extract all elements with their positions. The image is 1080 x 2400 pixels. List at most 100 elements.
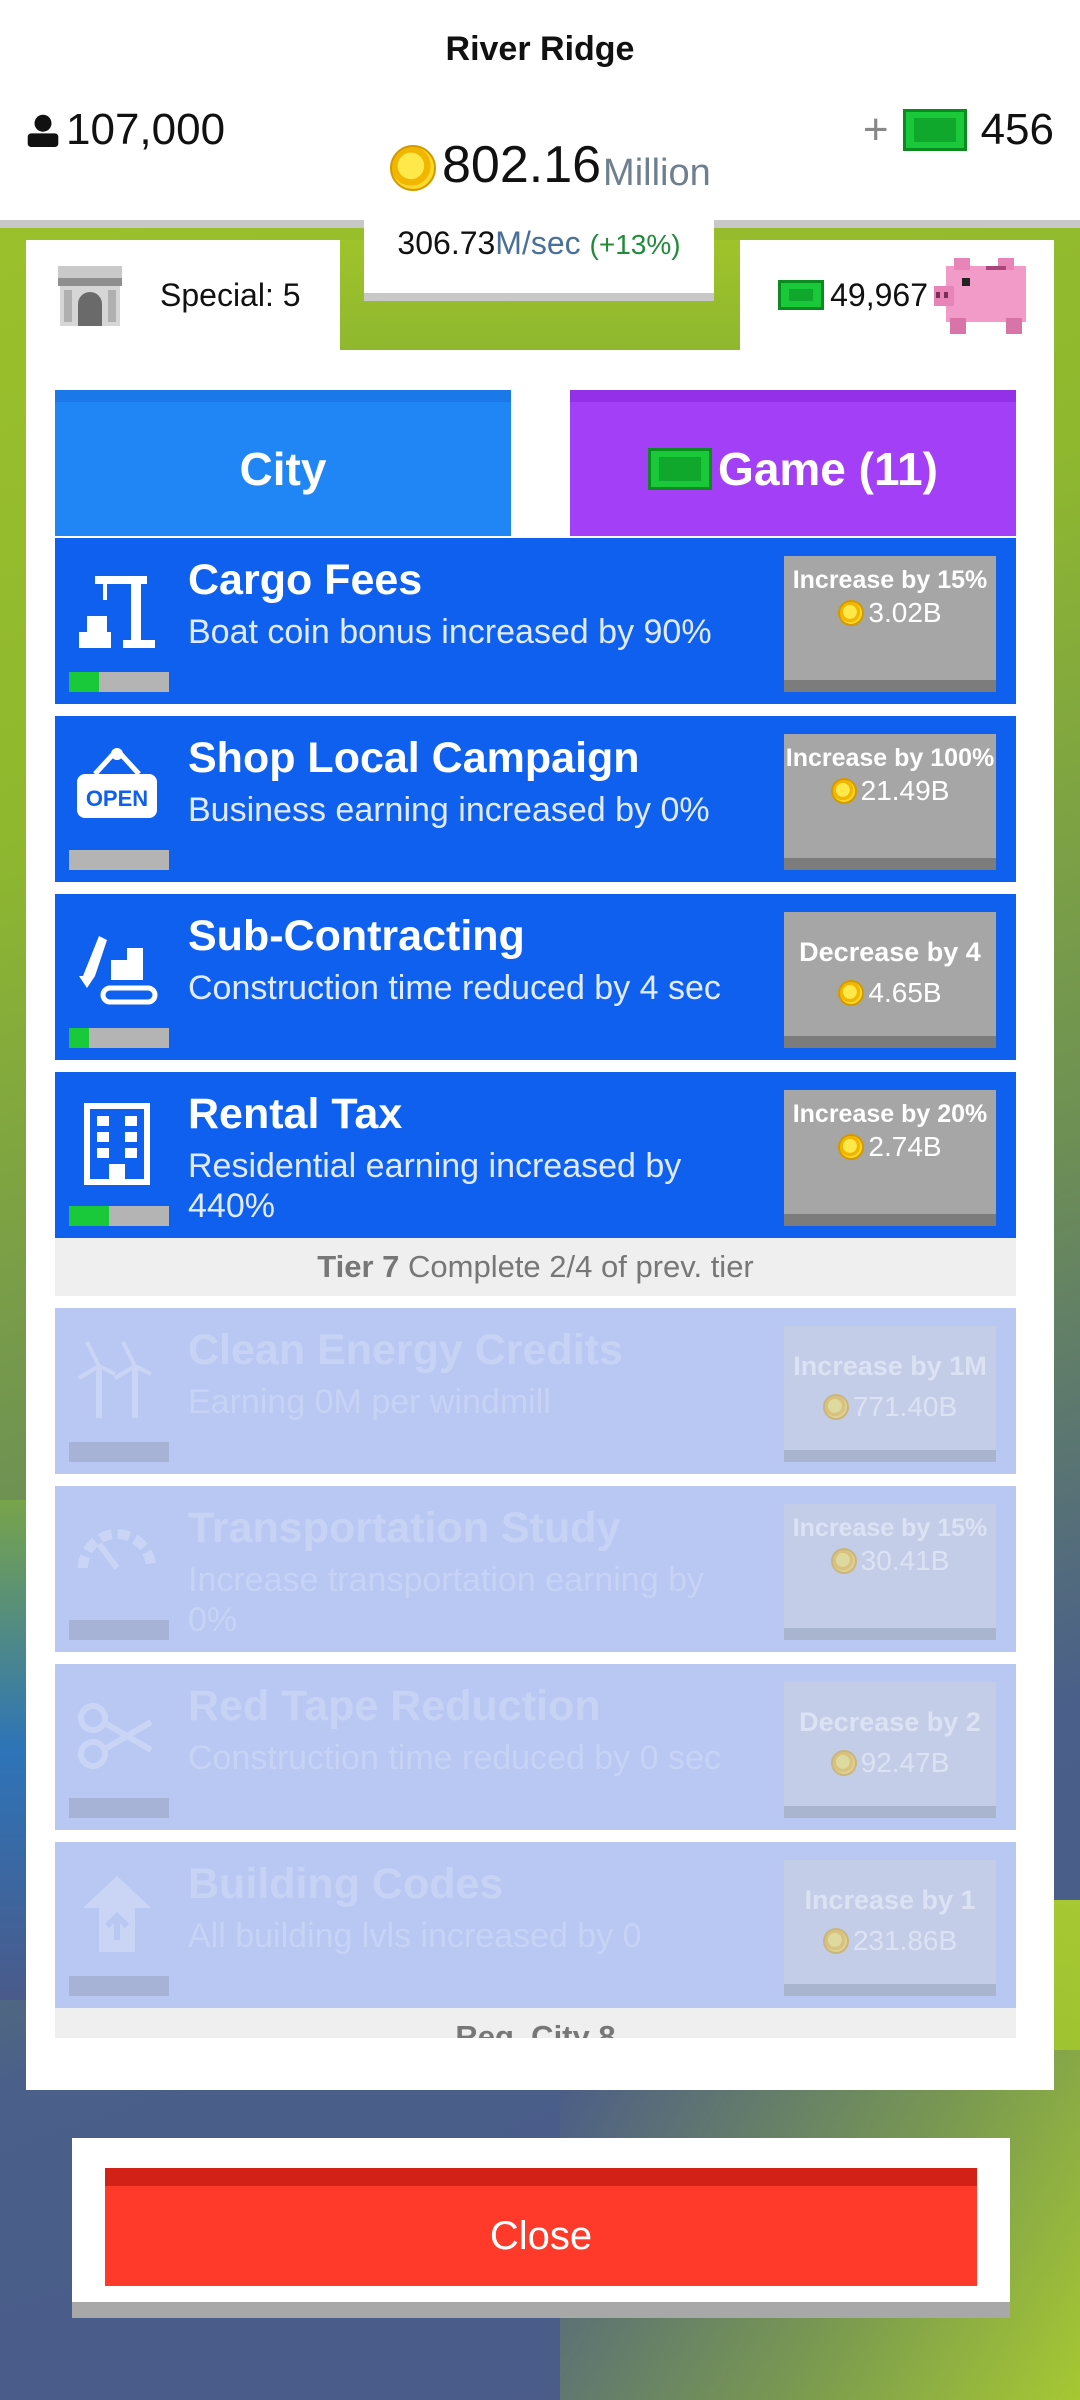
upgrade-cost: 3.02B: [868, 597, 942, 628]
coin-icon: [822, 1394, 849, 1420]
upgrade-progress-bar: [69, 1028, 169, 1048]
rate-unit: M: [495, 225, 522, 261]
upgrade-progress-bar: [69, 1620, 169, 1640]
upgrade-row-shop-local-campaign: OPEN Shop Local Campaign Business earnin…: [55, 716, 1016, 882]
savings-value: 49,967: [830, 276, 928, 313]
piggy-bank-savings[interactable]: 49,967: [778, 250, 1040, 340]
upgrade-description: Increase transportation earning by 0%: [188, 1561, 704, 1639]
upgrade-progress-bar: [69, 672, 169, 692]
upgrade-action: Increase by 1: [804, 1885, 976, 1915]
cash-icon: [648, 448, 713, 490]
upgrade-cost: 30.41B: [860, 1545, 950, 1576]
close-container: Close: [72, 2138, 1010, 2318]
coin-icon: [830, 1548, 857, 1574]
coin-unit: Million: [603, 152, 711, 194]
upgrade-cost: 2.74B: [868, 1131, 942, 1162]
upgrade-title: Red Tape Reduction: [188, 1682, 601, 1730]
coin-icon: [838, 980, 865, 1006]
speedometer-icon: [78, 1529, 156, 1570]
upgrade-row-rental-tax: Rental Tax Residential earning increased…: [55, 1072, 1016, 1238]
upgrade-title: Rental Tax: [188, 1090, 403, 1138]
upgrade-row-building-codes: Building Codes All building lvls increas…: [55, 1842, 1016, 2008]
tier-requirement: Tier 7 Complete 2/4 of prev. tier: [55, 1238, 1016, 1296]
population-display: 107,000: [26, 105, 225, 155]
upgrade-buy-button: Increase by 15% 30.41B: [784, 1504, 996, 1640]
scissors-icon: [78, 1703, 153, 1769]
upgrade-buy-button[interactable]: Increase by 100% 21.49B: [784, 734, 996, 870]
rate-bonus: (+13%): [589, 229, 681, 260]
upgrade-cost: 771.40B: [852, 1391, 958, 1422]
upgrade-description: Construction time reduced by 4 sec: [188, 969, 721, 1007]
upgrade-description: Business earning increased by 0%: [188, 791, 710, 829]
arch-icon: [58, 266, 122, 326]
upgrade-title: Sub-Contracting: [188, 912, 525, 960]
piggy-bank-icon[interactable]: [934, 250, 1040, 340]
next-tier-requirement: Req. City 8: [55, 2008, 1016, 2038]
upgrade-action: Decrease by 2: [799, 1707, 981, 1737]
coin-balance: 802.16 Million: [390, 135, 711, 195]
population-value: 107,000: [66, 105, 226, 154]
building-arrow-icon: [83, 1876, 151, 1952]
upgrade-buy-button: Increase by 1 231.86B: [784, 1860, 996, 1996]
upgrade-row-cargo-fees: Cargo Fees Boat coin bonus increased by …: [55, 538, 1016, 704]
upgrade-cost: 231.86B: [852, 1925, 958, 1956]
upgrade-title: Building Codes: [188, 1860, 504, 1908]
coin-icon: [830, 1750, 857, 1776]
rate-suffix: /sec: [521, 225, 581, 261]
upgrade-cost: 4.65B: [868, 977, 942, 1008]
cash-icon: [778, 280, 825, 310]
person-icon: [27, 114, 59, 147]
upgrade-buy-button[interactable]: Increase by 20% 2.74B: [784, 1090, 996, 1226]
upgrade-description: All building lvls increased by 0: [188, 1917, 642, 1955]
upgrade-title: Clean Energy Credits: [188, 1326, 623, 1374]
upgrade-row-red-tape-reduction: Red Tape Reduction Construction time red…: [55, 1664, 1016, 1830]
upgrade-list[interactable]: Cargo Fees Boat coin bonus increased by …: [55, 538, 1016, 2038]
upgrade-row-sub-contracting: Sub-Contracting Construction time reduce…: [55, 894, 1016, 1060]
upgrade-buy-button[interactable]: Decrease by 4 4.65B: [784, 912, 996, 1048]
top-bar: River Ridge 107,000 + 456 802.16 Million: [0, 0, 1080, 228]
upgrade-progress-bar: [69, 1976, 169, 1996]
apartment-building-icon: [84, 1103, 150, 1185]
upgrade-progress-bar: [69, 1798, 169, 1818]
rate-value: 306.73: [397, 225, 496, 261]
tab-game[interactable]: Game (11): [570, 390, 1016, 536]
cash-display[interactable]: + 456: [863, 105, 1054, 155]
coin-icon: [822, 1928, 849, 1954]
tier-requirement-text: Complete 2/4 of prev. tier: [408, 1249, 754, 1284]
coin-icon: [838, 1134, 865, 1160]
close-button[interactable]: Close: [105, 2168, 977, 2286]
upgrade-cost: 21.49B: [860, 775, 950, 806]
upgrade-progress-bar: [69, 850, 169, 870]
open-sign-icon: OPEN: [77, 748, 157, 818]
coin-icon: [838, 600, 865, 626]
upgrade-progress-bar: [69, 1442, 169, 1462]
upgrade-buy-button[interactable]: Increase by 15% 3.02B: [784, 556, 996, 692]
upgrade-action: Increase by 15%: [792, 1514, 988, 1542]
upgrade-title: Transportation Study: [188, 1504, 621, 1552]
upgrade-title: Cargo Fees: [188, 556, 423, 604]
cash-value: 456: [980, 105, 1054, 154]
upgrade-action: Increase by 100%: [785, 744, 995, 772]
upgrade-row-transportation-study: Transportation Study Increase transporta…: [55, 1486, 1016, 1652]
svg-text:OPEN: OPEN: [86, 786, 148, 811]
tab-city[interactable]: City: [55, 390, 511, 536]
excavator-icon: [79, 936, 158, 1005]
crane-icon: [79, 576, 155, 648]
tier-label: Tier 7: [317, 1249, 400, 1284]
special-counter: Special: 5: [54, 262, 301, 328]
city-name: River Ridge: [445, 30, 635, 68]
upgrade-description: Residential earning increased by 440%: [188, 1147, 682, 1225]
upgrade-row-clean-energy-credits: Clean Energy Credits Earning 0M per wind…: [55, 1308, 1016, 1474]
coin-icon: [390, 145, 436, 191]
income-rate: 306.73M/sec (+13%): [364, 205, 714, 301]
upgrade-description: Boat coin bonus increased by 90%: [188, 613, 712, 651]
upgrade-action: Decrease by 4: [799, 937, 981, 967]
special-label: Special: 5: [160, 276, 301, 313]
upgrade-buy-button: Increase by 1M 771.40B: [784, 1326, 996, 1462]
upgrade-title: Shop Local Campaign: [188, 734, 640, 782]
upgrade-cost: 92.47B: [860, 1747, 950, 1778]
windmill-icon: [77, 1341, 152, 1418]
add-cash-icon[interactable]: +: [863, 105, 889, 155]
coin-value: 802.16: [442, 136, 602, 194]
coin-icon: [830, 778, 857, 804]
